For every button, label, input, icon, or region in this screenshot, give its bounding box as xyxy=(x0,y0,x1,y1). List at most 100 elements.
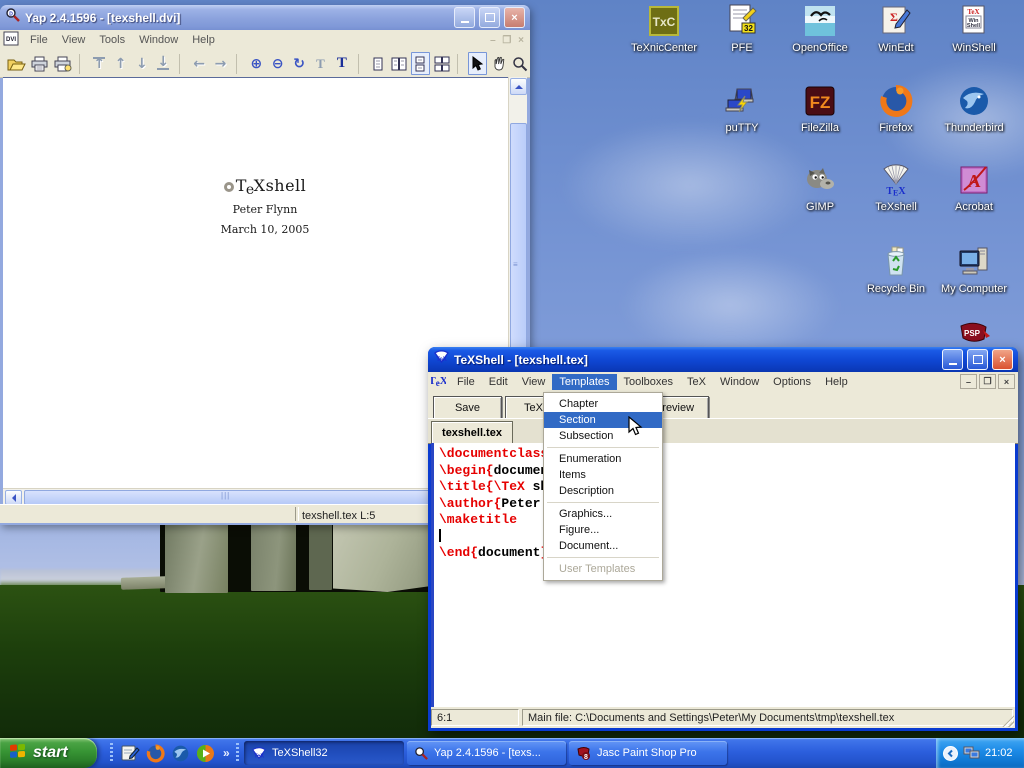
print-setup-icon[interactable] xyxy=(52,52,73,75)
scroll-left-button[interactable] xyxy=(5,490,22,505)
desktop-icon-firefox[interactable]: Firefox xyxy=(856,84,936,136)
mycomputer-icon[interactable] xyxy=(957,245,991,279)
menu-item-figure-[interactable]: Figure... xyxy=(544,522,662,538)
texshell-menu-help[interactable]: Help xyxy=(818,374,855,390)
refresh-icon[interactable]: ↻ xyxy=(289,52,308,75)
desktop-icon-pfe[interactable]: 32PFE xyxy=(702,4,782,56)
winedt-icon[interactable]: Σ xyxy=(879,4,913,38)
desktop-icon-recycle-bin[interactable]: Recycle Bin xyxy=(856,245,936,297)
tab-texshell-tex[interactable]: texshell.tex xyxy=(431,421,513,444)
winshell-icon[interactable]: TeXWinShell xyxy=(957,4,991,38)
clock[interactable]: 21:02 xyxy=(985,747,1013,759)
desktop-icon-acrobat[interactable]: AAcrobat xyxy=(934,163,1014,215)
yap-minimize-button[interactable] xyxy=(454,7,475,28)
desktop-icon-filezilla[interactable]: FZFileZilla xyxy=(780,84,860,136)
hand-tool-icon[interactable] xyxy=(489,52,508,75)
texshell-window[interactable]: TeX TeXShell - [texshell.tex] × TeX File… xyxy=(428,347,1018,731)
acrobat-icon[interactable]: A xyxy=(957,163,991,197)
view-continuous-icon[interactable] xyxy=(411,52,430,75)
openoffice-icon[interactable] xyxy=(803,4,837,38)
desktop-icon-texniccenter[interactable]: TxCTeXnicCenter xyxy=(624,4,704,56)
hide-icons-chevron[interactable] xyxy=(943,746,958,761)
magnify-tool-icon[interactable] xyxy=(511,52,530,75)
texshell-titlebar[interactable]: TeX TeXShell - [texshell.tex] × xyxy=(428,347,1018,372)
firefox-icon[interactable] xyxy=(879,84,913,118)
thunderbird-quicklaunch-icon[interactable] xyxy=(169,742,191,764)
putty-icon[interactable] xyxy=(725,84,759,118)
texshell-close-button[interactable]: × xyxy=(992,349,1013,370)
gimp-icon[interactable] xyxy=(803,163,837,197)
menu-item-description[interactable]: Description xyxy=(544,483,662,499)
ruler-tool-icon[interactable]: T xyxy=(311,52,330,75)
zoom-in-icon[interactable]: ⊕ xyxy=(247,52,266,75)
zoom-out-icon[interactable]: ⊖ xyxy=(268,52,287,75)
menu-item-document-[interactable]: Document... xyxy=(544,538,662,554)
scroll-up-button[interactable] xyxy=(510,78,527,95)
texshell-maximize-button[interactable] xyxy=(967,349,988,370)
resize-grip[interactable] xyxy=(1002,715,1014,727)
menu-item-chapter[interactable]: Chapter xyxy=(544,396,662,412)
recyclebin-icon[interactable] xyxy=(879,245,913,279)
select-tool-icon[interactable] xyxy=(468,52,487,75)
taskbar-button-yap-2-4-1596-texs-[interactable]: Yap 2.4.1596 - [texs... xyxy=(407,741,566,765)
texshell-icon[interactable]: TEX xyxy=(879,163,913,197)
texshell-editor[interactable]: \documentclass{\begin{document}\title{\T… xyxy=(431,443,1015,707)
desktop-icon-thunderbird[interactable]: Thunderbird xyxy=(934,84,1014,136)
mdi-close-button[interactable]: × xyxy=(998,374,1015,389)
menu-item-enumeration[interactable]: Enumeration xyxy=(544,451,662,467)
desktop-icon-winshell[interactable]: TeXWinShellWinShell xyxy=(934,4,1014,56)
texniccenter-icon[interactable]: TxC xyxy=(647,4,681,38)
back-icon[interactable]: ← xyxy=(189,52,208,75)
open-icon[interactable] xyxy=(6,52,27,75)
show-desktop-icon[interactable] xyxy=(119,742,141,764)
texshell-minimize-button[interactable] xyxy=(942,349,963,370)
yap-titlebar[interactable]: D Yap 2.4.1596 - [texshell.dvi] × xyxy=(0,5,530,30)
yap-menu-tools[interactable]: Tools xyxy=(92,32,132,48)
texshell-menu-window[interactable]: Window xyxy=(713,374,766,390)
mdi-minimize-button[interactable]: – xyxy=(960,374,977,389)
view-single-icon[interactable] xyxy=(368,52,387,75)
texshell-menu-tex[interactable]: TeX xyxy=(680,374,713,390)
last-page-icon[interactable]: ↓ xyxy=(154,52,173,75)
save-button[interactable]: Save xyxy=(433,396,502,420)
thunderbird-icon[interactable] xyxy=(957,84,991,118)
prev-page-icon[interactable]: ↑ xyxy=(111,52,130,75)
network-icon[interactable] xyxy=(963,746,980,760)
texshell-menu-file[interactable]: File xyxy=(450,374,482,390)
desktop-icon-my-computer[interactable]: My Computer xyxy=(934,245,1014,297)
yap-menu-file[interactable]: File xyxy=(23,32,55,48)
yap-menu-window[interactable]: Window xyxy=(132,32,185,48)
first-page-icon[interactable]: ↑ xyxy=(90,52,109,75)
yap-menu-help[interactable]: Help xyxy=(185,32,222,48)
desktop-icon-putty[interactable]: puTTY xyxy=(702,84,782,136)
quicklaunch-overflow-chevron[interactable]: » xyxy=(223,746,230,760)
text-tool-icon[interactable]: T xyxy=(332,52,351,75)
menu-item-items[interactable]: Items xyxy=(544,467,662,483)
texshell-menu-edit[interactable]: Edit xyxy=(482,374,515,390)
texshell-menu-view[interactable]: View xyxy=(515,374,553,390)
pfe-icon[interactable]: 32 xyxy=(725,4,759,38)
firefox-quicklaunch-icon[interactable] xyxy=(144,742,166,764)
desktop-icon-gimp[interactable]: GIMP xyxy=(780,163,860,215)
menu-item-graphics-[interactable]: Graphics... xyxy=(544,506,662,522)
yap-close-button[interactable]: × xyxy=(504,7,525,28)
view-double-continuous-icon[interactable] xyxy=(432,52,451,75)
start-button[interactable]: start xyxy=(0,738,97,768)
texshell-menu-options[interactable]: Options xyxy=(766,374,818,390)
next-page-icon[interactable]: ↓ xyxy=(132,52,151,75)
toolbar-drag-handle[interactable] xyxy=(236,743,239,763)
taskbar-button-texshell32[interactable]: TeXTeXShell32 xyxy=(244,741,404,765)
mdi-restore-button[interactable]: ❒ xyxy=(979,374,996,389)
forward-icon[interactable]: → xyxy=(211,52,230,75)
print-icon[interactable] xyxy=(29,52,50,75)
taskbar-button-jasc-paint-shop-pro[interactable]: 8Jasc Paint Shop Pro xyxy=(569,741,727,765)
texshell-menu-toolboxes[interactable]: Toolboxes xyxy=(617,374,681,390)
desktop-icon-winedt[interactable]: ΣWinEdt xyxy=(856,4,936,56)
filezilla-icon[interactable]: FZ xyxy=(803,84,837,118)
yap-maximize-button[interactable] xyxy=(479,7,500,28)
view-double-icon[interactable] xyxy=(389,52,408,75)
media-player-icon[interactable] xyxy=(194,742,216,764)
texshell-menu-templates[interactable]: Templates xyxy=(552,374,616,390)
toolbar-drag-handle[interactable] xyxy=(110,743,113,763)
desktop-icon-openoffice[interactable]: OpenOffice xyxy=(780,4,860,56)
